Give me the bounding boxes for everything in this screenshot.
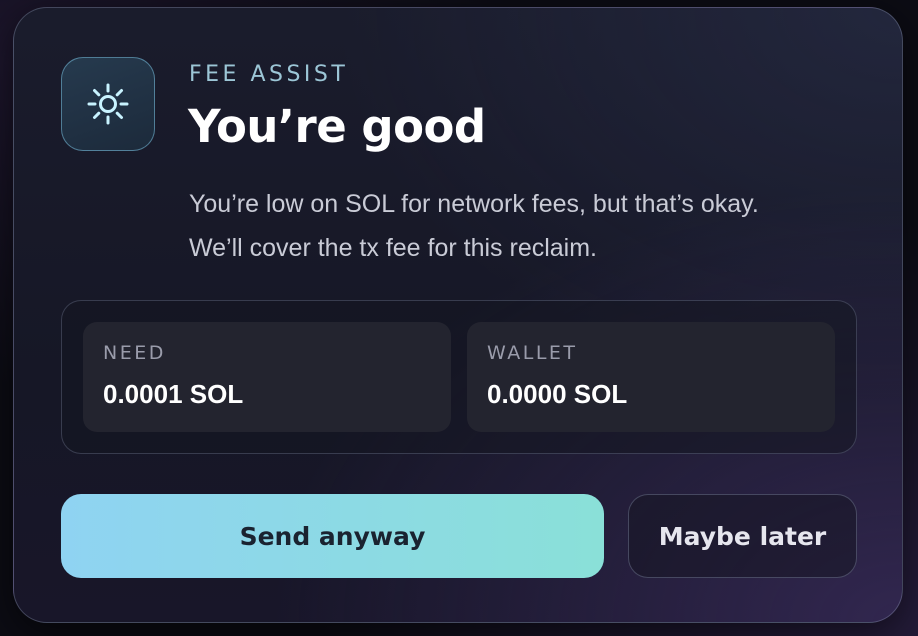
wallet-value: 0.0000 SOL xyxy=(487,379,628,409)
eyebrow-label: FEE ASSIST xyxy=(189,62,349,87)
need-value: 0.0001 SOL xyxy=(103,379,244,409)
dialog-message: You’re low on SOL for network fees, but … xyxy=(189,182,869,270)
fee-stats-panel: NEED 0.0001 SOL WALLET 0.0000 SOL xyxy=(61,300,857,454)
dialog-title: You’re good xyxy=(188,100,486,153)
wallet-stat-card: WALLET 0.0000 SOL xyxy=(467,322,835,432)
need-stat-card: NEED 0.0001 SOL xyxy=(83,322,451,432)
wallet-label: WALLET xyxy=(487,342,578,364)
message-line: You’re low on SOL for network fees, but … xyxy=(189,190,759,218)
fee-assist-icon-badge xyxy=(61,57,155,151)
maybe-later-button[interactable]: Maybe later xyxy=(628,494,857,578)
message-line: We’ll cover the tx fee for this reclaim. xyxy=(189,234,598,262)
fee-assist-dialog: FEE ASSIST You’re good You’re low on SOL… xyxy=(13,7,903,623)
send-anyway-button[interactable]: Send anyway xyxy=(61,494,604,578)
sun-icon xyxy=(87,83,129,125)
need-label: NEED xyxy=(103,342,166,364)
